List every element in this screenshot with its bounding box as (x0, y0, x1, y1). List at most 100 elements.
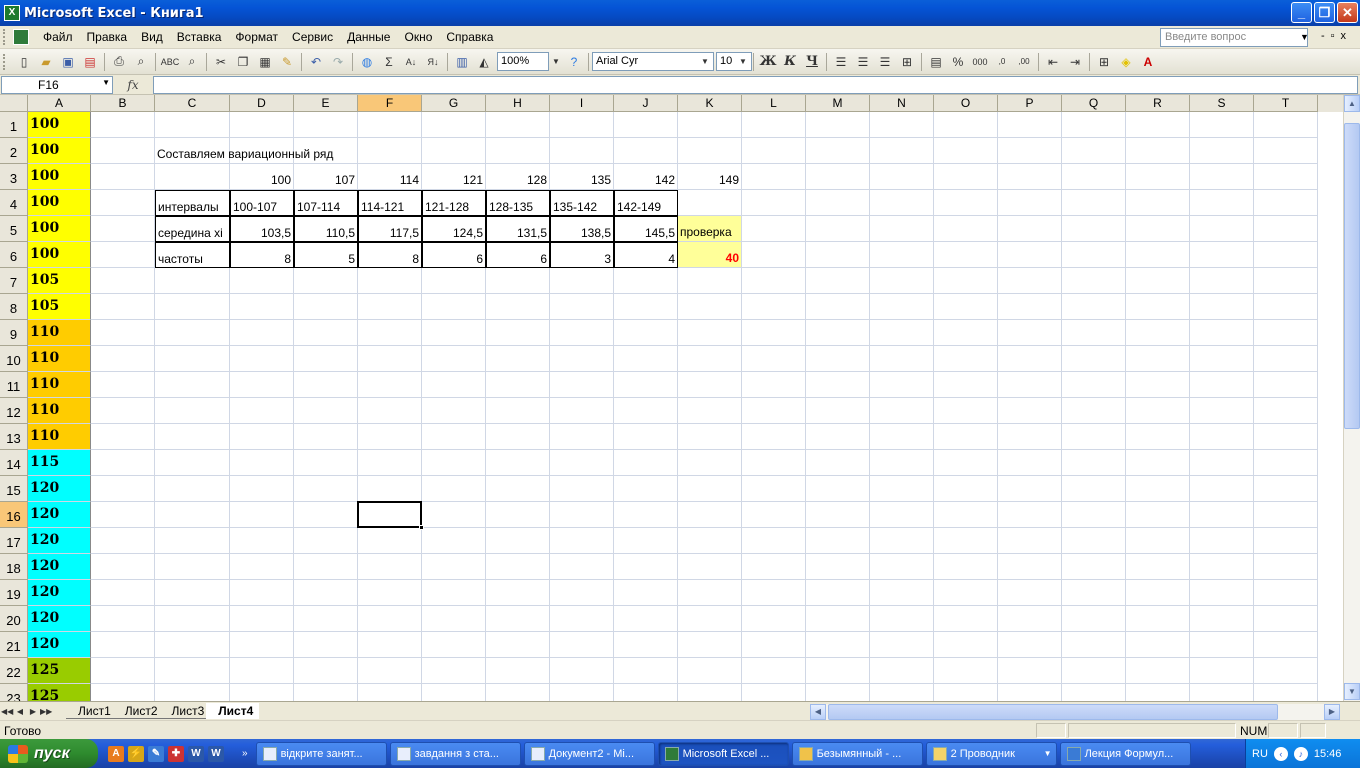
undo-icon[interactable]: ↶ (307, 53, 325, 71)
cell[interactable] (422, 424, 486, 450)
app-icon[interactable]: ✎ (148, 745, 164, 762)
cell[interactable] (1254, 138, 1318, 164)
cell[interactable] (294, 294, 358, 320)
cell[interactable] (998, 138, 1062, 164)
cell[interactable]: 131,5 (486, 216, 550, 242)
cell[interactable]: 100-107 (230, 190, 294, 216)
cell[interactable] (91, 372, 155, 398)
cell[interactable] (742, 502, 806, 528)
cell[interactable]: 121 (422, 164, 486, 190)
cell[interactable] (91, 138, 155, 164)
cell[interactable] (1126, 684, 1190, 701)
start-button[interactable]: пуск (0, 739, 98, 768)
fill-color-icon[interactable]: ◈ (1117, 53, 1135, 71)
cell[interactable] (998, 684, 1062, 701)
row-header[interactable]: 7 (0, 268, 28, 294)
cell[interactable] (1190, 424, 1254, 450)
cell[interactable] (1126, 268, 1190, 294)
cell[interactable] (486, 476, 550, 502)
horizontal-scrollbar[interactable]: ◀ ▶ (810, 704, 1340, 720)
cell[interactable] (155, 294, 230, 320)
cell[interactable] (870, 424, 934, 450)
cell[interactable] (1126, 398, 1190, 424)
cell[interactable] (486, 346, 550, 372)
row-header[interactable]: 4 (0, 190, 28, 216)
cell[interactable] (614, 528, 678, 554)
cell[interactable] (742, 346, 806, 372)
cell[interactable] (155, 372, 230, 398)
column-header[interactable]: I (550, 95, 614, 112)
cell[interactable] (1190, 268, 1254, 294)
cell[interactable] (614, 320, 678, 346)
cell[interactable] (1126, 294, 1190, 320)
cell[interactable] (998, 424, 1062, 450)
cell[interactable] (294, 476, 358, 502)
increase-indent-icon[interactable]: ⇥ (1066, 53, 1084, 71)
cell[interactable] (678, 424, 742, 450)
cell[interactable]: 149 (678, 164, 742, 190)
word-icon[interactable]: W (208, 745, 224, 762)
cell[interactable] (998, 398, 1062, 424)
cell[interactable] (550, 450, 614, 476)
cell[interactable] (1062, 398, 1126, 424)
cell[interactable] (230, 294, 294, 320)
column-header[interactable]: K (678, 95, 742, 112)
cell[interactable]: 124,5 (422, 216, 486, 242)
cell[interactable] (1190, 294, 1254, 320)
cell[interactable] (230, 112, 294, 138)
sheet-tab-3[interactable]: Лист3 (159, 703, 211, 719)
cell[interactable] (294, 372, 358, 398)
cell[interactable] (1062, 320, 1126, 346)
cell[interactable] (422, 346, 486, 372)
cell[interactable] (155, 528, 230, 554)
cell[interactable] (934, 346, 998, 372)
cell[interactable] (870, 450, 934, 476)
cell[interactable] (1126, 502, 1190, 528)
cell[interactable] (294, 450, 358, 476)
cell[interactable] (1190, 632, 1254, 658)
cell[interactable] (1190, 164, 1254, 190)
cell[interactable] (1254, 424, 1318, 450)
chevron-down-icon[interactable]: ▼ (700, 53, 710, 71)
cell[interactable] (870, 476, 934, 502)
spreadsheet-grid[interactable]: ABCDEFGHIJKLMNOPQRST 1 2 3 4 5 6 7 8 9 10 11 12 13 14… (0, 95, 1343, 701)
cell[interactable] (742, 164, 806, 190)
cell[interactable] (870, 658, 934, 684)
cell[interactable] (934, 632, 998, 658)
cell[interactable] (1062, 658, 1126, 684)
sheet-tab-1[interactable]: Лист1 (66, 703, 117, 719)
cell[interactable] (870, 164, 934, 190)
cell[interactable] (230, 528, 294, 554)
copy-icon[interactable]: ❐ (234, 53, 252, 71)
merge-center-icon[interactable]: ⊞ (898, 53, 916, 71)
cell[interactable] (230, 346, 294, 372)
cell[interactable]: 3 (550, 242, 614, 268)
cell[interactable] (1126, 424, 1190, 450)
cell[interactable] (294, 580, 358, 606)
cell[interactable] (358, 372, 422, 398)
sheet-tab-2[interactable]: Лист2 (112, 703, 164, 719)
close-button[interactable]: ✕ (1337, 2, 1358, 23)
cell[interactable] (870, 320, 934, 346)
cell[interactable] (998, 242, 1062, 268)
cell[interactable] (294, 684, 358, 701)
cell[interactable] (1190, 684, 1254, 701)
cell[interactable] (91, 528, 155, 554)
cell[interactable] (742, 294, 806, 320)
cell[interactable] (294, 320, 358, 346)
hyperlink-icon[interactable]: ◍ (358, 53, 376, 71)
cell[interactable] (870, 606, 934, 632)
column-header[interactable]: J (614, 95, 678, 112)
cell[interactable] (1254, 476, 1318, 502)
row-header[interactable]: 10 (0, 346, 28, 372)
cell[interactable] (486, 112, 550, 138)
task-button[interactable]: Лекция Формул... (1059, 741, 1191, 766)
cell[interactable] (678, 554, 742, 580)
cell[interactable]: 125 (28, 658, 91, 684)
cell[interactable]: 100 (28, 242, 91, 268)
cell[interactable] (934, 398, 998, 424)
cell[interactable] (870, 242, 934, 268)
cell[interactable] (998, 190, 1062, 216)
column-header[interactable]: A (28, 95, 91, 112)
row-header[interactable]: 6 (0, 242, 28, 268)
